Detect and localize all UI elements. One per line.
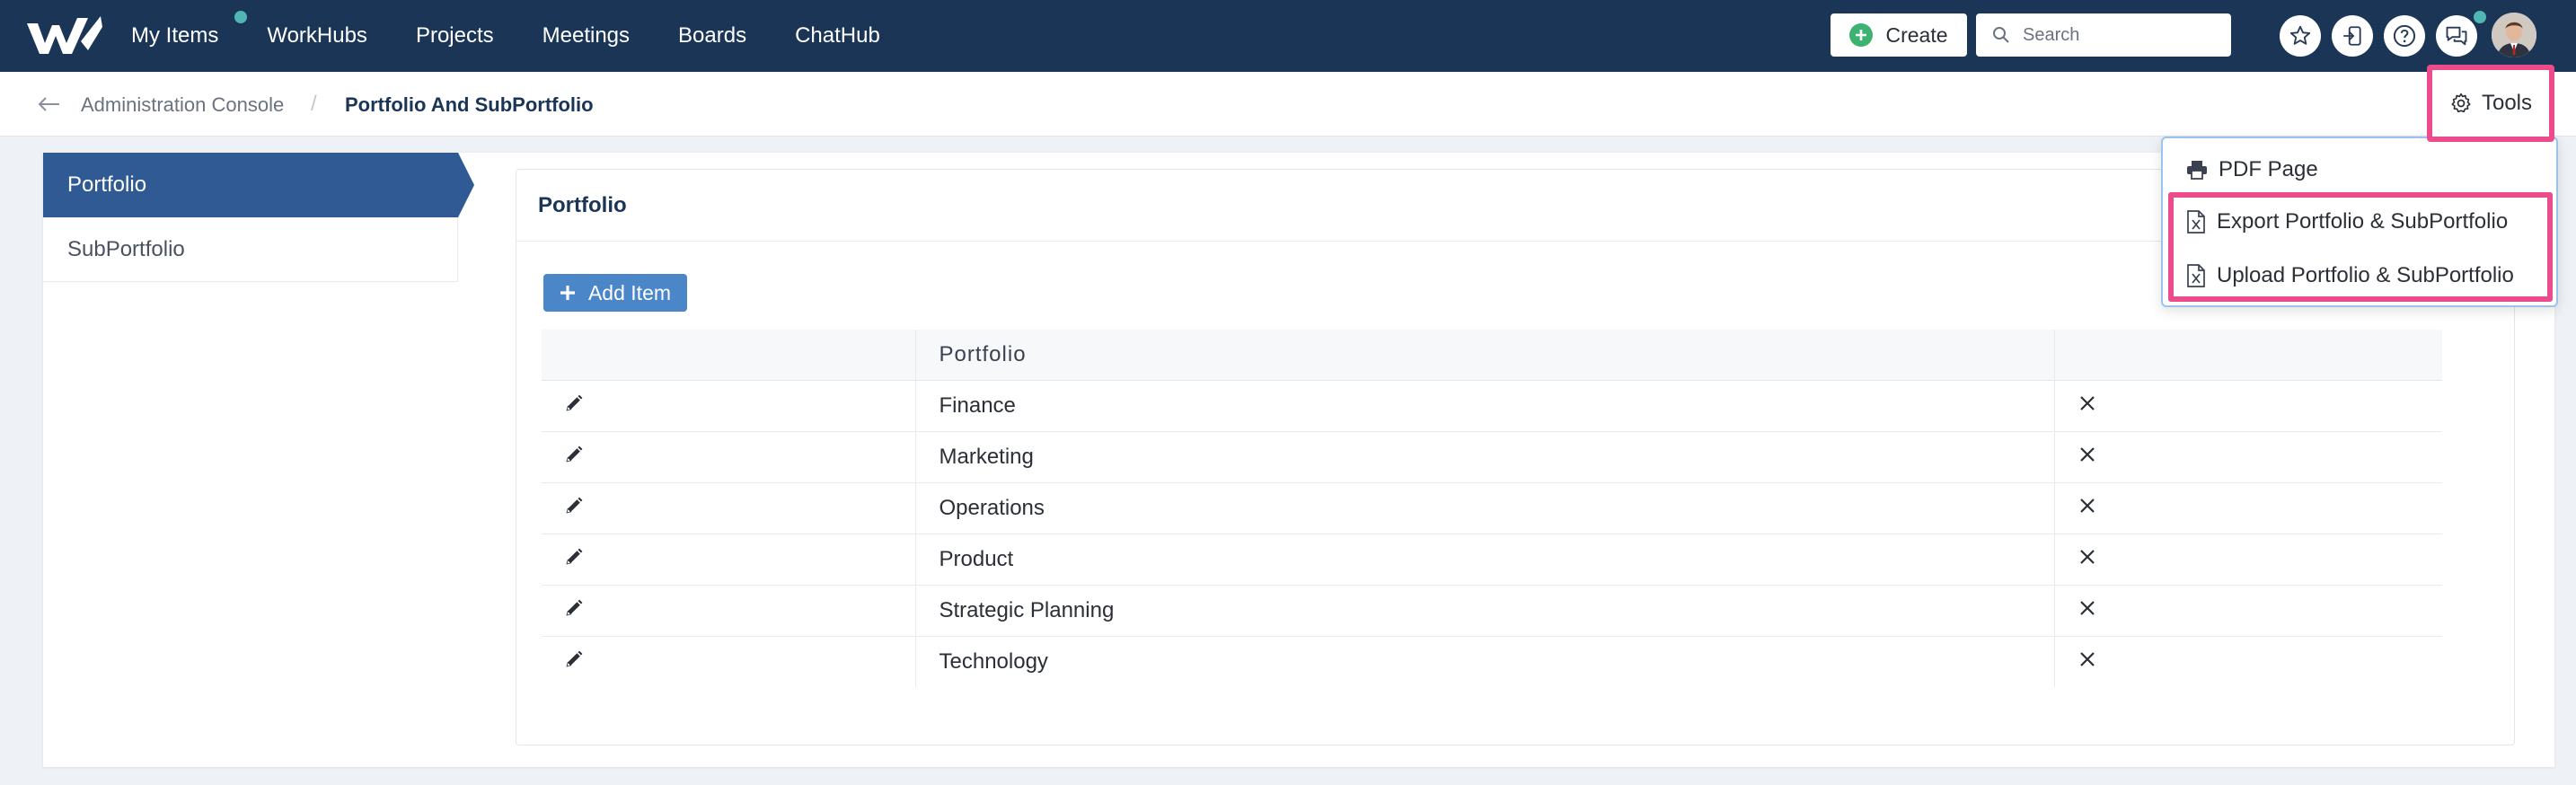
edit-cell [542,482,916,534]
table-header-row: Portfolio [542,330,2442,381]
edit-cell [542,380,916,432]
nav-meetings[interactable]: Meetings [543,23,630,49]
add-item-label: Add Item [587,280,672,304]
breadcrumb-parent-link[interactable]: Administration Console [81,93,284,117]
sign-in-icon[interactable] [2332,15,2373,57]
sidebar-item-label: SubPortfolio [67,236,185,261]
star-icon[interactable] [2280,15,2321,57]
menu-item-pdf-page[interactable]: PDF Page [2163,146,2558,194]
back-arrow-icon[interactable] [36,93,61,115]
excel-file-icon [2187,264,2205,287]
main-nav: My Items WorkHubs Projects Meetings Boar… [131,0,929,72]
menu-item-upload[interactable]: Upload Portfolio & SubPortfolio [2163,251,2558,300]
nav-projects[interactable]: Projects [416,23,494,49]
create-button[interactable]: Create [1831,13,1967,57]
delete-x-icon[interactable] [2078,445,2096,470]
delete-cell [2054,636,2442,687]
print-icon [2187,161,2207,180]
sidebar-item-portfolio[interactable]: Portfolio [43,153,458,217]
chat-notification-dot [2472,9,2488,25]
delete-x-icon[interactable] [2078,649,2096,675]
column-header-portfolio[interactable]: Portfolio [915,330,2055,381]
edit-pencil-icon[interactable] [565,547,583,572]
portfolio-name-cell: Strategic Planning [915,585,2055,637]
edit-pencil-icon[interactable] [565,649,583,675]
menu-item-upload-label: Upload Portfolio & SubPortfolio [2217,263,2514,287]
delete-cell [2054,585,2442,637]
tools-button-label: Tools [2481,91,2533,115]
chat-icon[interactable] [2436,15,2477,57]
delete-x-icon[interactable] [2078,547,2096,572]
delete-cell [2054,534,2442,586]
edit-cell [542,534,916,586]
table-row: Operations [542,482,2442,534]
delete-cell [2054,431,2442,483]
add-item-button[interactable]: Add Item [543,274,687,312]
table-row: Finance [542,380,2442,432]
plus-icon [560,286,575,300]
menu-item-pdf-page-label: PDF Page [2219,157,2318,181]
nav-my-items-label: My Items [131,23,219,48]
portfolio-table: Portfolio Finance Marketing Operations Prod… [542,330,2442,687]
breadcrumb-separator: / [311,92,317,116]
edit-cell [542,585,916,637]
search-input[interactable] [2023,24,2220,46]
sidebar-item-label: Portfolio [67,172,147,197]
delete-x-icon[interactable] [2078,598,2096,623]
portfolio-name-cell: Product [915,534,2055,586]
notification-dot [233,9,250,25]
edit-pencil-icon[interactable] [565,445,583,470]
edit-cell [542,636,916,687]
portfolio-name-cell: Technology [915,636,2055,687]
column-header-actions [542,330,916,381]
sidebar-item-subportfolio[interactable]: SubPortfolio [43,217,458,282]
breadcrumb-current: Portfolio And SubPortfolio [345,93,594,116]
plus-circle-icon [1849,23,1874,47]
delete-x-icon[interactable] [2078,393,2096,419]
excel-file-icon [2187,210,2205,234]
delete-cell [2054,482,2442,534]
create-button-label: Create [1885,22,1948,47]
search-box[interactable] [1976,13,2231,57]
column-header-delete [2054,330,2442,381]
user-avatar[interactable] [2492,13,2536,57]
nav-chathub[interactable]: ChatHub [795,23,880,49]
menu-item-export[interactable]: Export Portfolio & SubPortfolio [2163,198,2558,246]
menu-item-export-label: Export Portfolio & SubPortfolio [2217,209,2509,234]
table-row: Product [542,534,2442,586]
edit-pencil-icon[interactable] [565,598,583,623]
gear-icon [2451,93,2471,113]
top-nav-bar: My Items WorkHubs Projects Meetings Boar… [0,0,2576,72]
portfolio-name-cell: Operations [915,482,2055,534]
delete-x-icon[interactable] [2078,496,2096,521]
delete-cell [2054,380,2442,432]
tools-dropdown-menu: PDF Page Export Portfolio & SubPortfolio… [2161,137,2558,307]
edit-pencil-icon[interactable] [565,496,583,521]
search-icon [1993,27,2009,43]
active-indicator-arrow [458,153,474,217]
table-row: Marketing [542,431,2442,483]
tools-button[interactable]: Tools [2427,65,2554,142]
portfolio-name-cell: Finance [915,380,2055,432]
table-row: Strategic Planning [542,585,2442,637]
nav-my-items[interactable]: My Items [131,9,250,49]
portfolio-name-cell: Marketing [915,431,2055,483]
edit-pencil-icon[interactable] [565,393,583,419]
help-icon[interactable] [2384,15,2425,57]
table-row: Technology [542,636,2442,687]
breadcrumb: Administration Console / Portfolio And S… [0,72,2576,137]
nav-boards[interactable]: Boards [678,23,746,49]
edit-cell [542,431,916,483]
app-logo-icon[interactable] [25,11,104,59]
nav-workhubs[interactable]: WorkHubs [267,23,367,49]
